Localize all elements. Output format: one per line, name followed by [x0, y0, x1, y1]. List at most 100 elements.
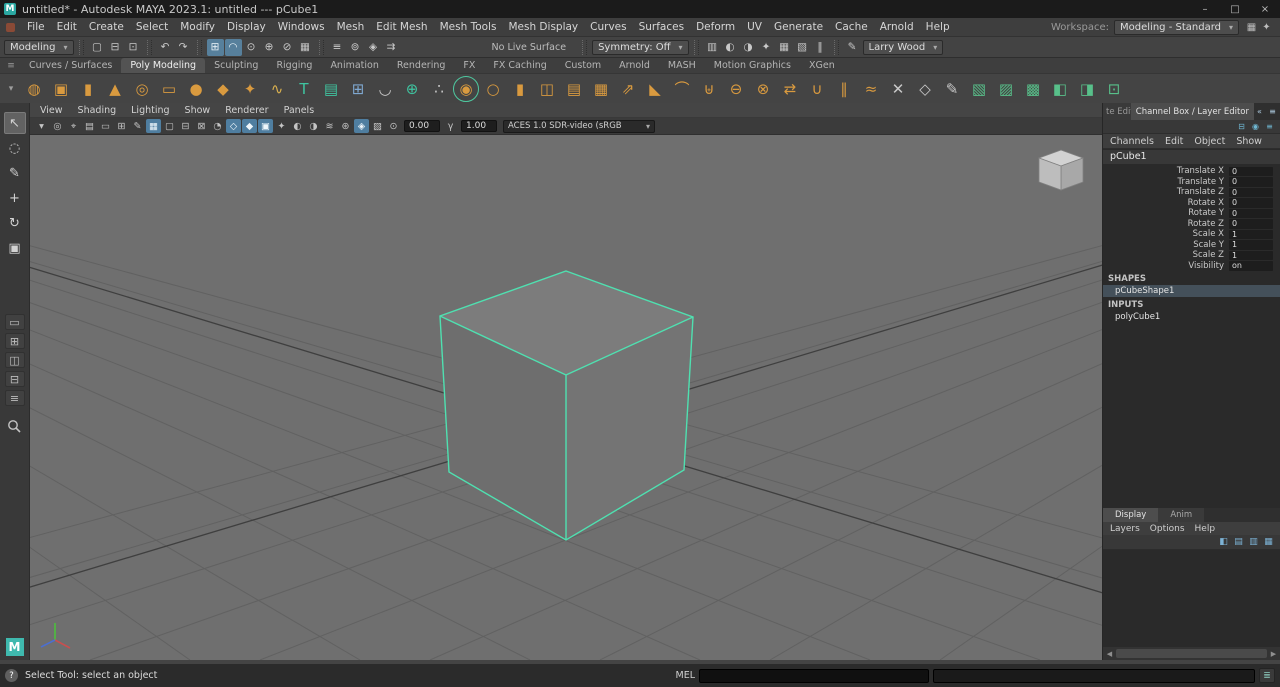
select-tool[interactable]: ↖ [4, 112, 26, 134]
rotate-tool[interactable]: ↻ [4, 212, 26, 234]
scrollbar-thumb[interactable] [1116, 649, 1267, 658]
titlebar[interactable]: M untitled* - Autodesk MAYA 2023.1: unti… [0, 0, 1280, 18]
curve-warp-icon[interactable]: ∿ [264, 76, 290, 102]
open-render-view-icon[interactable]: ▥ [704, 39, 721, 56]
channel-value-field[interactable]: 0 [1229, 209, 1273, 219]
menu-item[interactable]: Select [130, 21, 174, 33]
snap-to-view-plane-icon[interactable]: ⊘ [279, 39, 296, 56]
boolean-union-icon[interactable]: ⊎ [696, 76, 722, 102]
boolean-difference-icon[interactable]: ⊖ [723, 76, 749, 102]
channel-label[interactable]: Scale Y [1193, 240, 1224, 250]
bookmark-icon[interactable]: ▤ [82, 119, 97, 133]
panel-menu-item[interactable]: View [40, 105, 63, 116]
shelf-tab[interactable]: Curves / Surfaces [20, 58, 121, 73]
panel-menu-item[interactable]: Panels [284, 105, 315, 116]
zoom-tool-icon[interactable] [7, 419, 22, 438]
scroll-right-icon[interactable]: ▶ [1268, 650, 1279, 658]
no-live-surface-label[interactable]: No Live Surface [492, 42, 567, 53]
poly-torus-icon[interactable]: ◎ [129, 76, 155, 102]
channel-label[interactable]: Scale X [1193, 229, 1224, 239]
render-current-frame-icon[interactable]: ◐ [722, 39, 739, 56]
channel-label[interactable]: Rotate Y [1188, 208, 1224, 218]
uv-cylindrical-projection-icon[interactable]: ▩ [1020, 76, 1046, 102]
exposure-icon[interactable]: ⊙ [386, 119, 401, 133]
make-live-icon[interactable]: ▦ [297, 39, 314, 56]
field-chart-icon[interactable]: ◔ [210, 119, 225, 133]
xray-icon[interactable]: ▧ [370, 119, 385, 133]
shaded-display-icon[interactable]: ◆ [242, 119, 257, 133]
uv-editor-icon[interactable]: ⊡ [1101, 76, 1127, 102]
move-tool[interactable]: + [4, 187, 26, 209]
channel-label[interactable]: Rotate Z [1188, 219, 1224, 229]
menu-item[interactable]: Mesh Tools [434, 21, 503, 33]
boolean-calculator-icon[interactable]: ⊞ [345, 76, 371, 102]
command-line-input[interactable] [699, 669, 929, 683]
menu-item[interactable]: Help [920, 21, 956, 33]
channel-label[interactable]: Visibility [1188, 261, 1224, 271]
isolate-select-icon[interactable]: ◈ [354, 119, 369, 133]
grease-pencil-icon[interactable]: ✎ [130, 119, 145, 133]
maximize-button[interactable]: □ [1220, 0, 1250, 18]
tab-attribute-editor[interactable]: te Editor [1103, 103, 1131, 120]
layer-editor-tab[interactable]: Display [1103, 508, 1158, 522]
smooth-mesh-icon[interactable]: ○ [480, 76, 506, 102]
poly-sphere-icon[interactable]: ◍ [21, 76, 47, 102]
channel-value-field[interactable]: 1 [1229, 240, 1273, 250]
grid-toggle-icon[interactable]: ▦ [146, 119, 161, 133]
channel-value-field[interactable]: 0 [1229, 167, 1273, 177]
menu-item[interactable]: Edit [51, 21, 83, 33]
extrude-icon[interactable]: ⇗ [615, 76, 641, 102]
poly-grid-icon[interactable]: ▦ [588, 76, 614, 102]
new-layer-from-selected-button[interactable]: ▥ [1247, 536, 1260, 548]
shelf-tab[interactable]: Sculpting [205, 58, 267, 73]
boolean-intersection-icon[interactable]: ⊗ [750, 76, 776, 102]
poly-barrel-icon[interactable]: ▮ [507, 76, 533, 102]
axis-locator-icon[interactable]: ∴ [426, 76, 452, 102]
channel-speed-icon[interactable]: ◉ [1250, 121, 1261, 132]
script-editor-icon[interactable]: ≣ [1259, 668, 1275, 683]
shelf-tab[interactable]: Poly Modeling [121, 58, 205, 73]
platonic-solid-icon[interactable]: ◆ [210, 76, 236, 102]
shelf-tab[interactable]: Arnold [610, 58, 659, 73]
layer-editor-menu-item[interactable]: Layers [1110, 524, 1140, 534]
workspace-dropdown[interactable]: Modeling - Standard ▾ [1114, 20, 1239, 35]
type-tool-icon[interactable]: T [291, 76, 317, 102]
menu-item[interactable]: Cache [829, 21, 874, 33]
shelf-options-icon[interactable]: ▾ [2, 84, 20, 94]
menu-item[interactable]: Mesh [331, 21, 371, 33]
layer-editor-tab[interactable]: Anim [1158, 508, 1204, 522]
channel-value-field[interactable]: 1 [1229, 251, 1273, 261]
uv-sew-icon[interactable]: ◨ [1074, 76, 1100, 102]
menu-item[interactable]: Surfaces [633, 21, 690, 33]
view-cube[interactable] [1032, 145, 1090, 205]
shelf-tab[interactable]: Custom [556, 58, 610, 73]
poly-pipe-icon[interactable]: ◫ [534, 76, 560, 102]
mirror-icon[interactable]: ⇄ [777, 76, 803, 102]
toggle-layer-icon[interactable]: ◧ [1217, 536, 1230, 548]
layer-editor-menu-item[interactable]: Options [1150, 524, 1185, 534]
separate-icon[interactable]: ∥ [831, 76, 857, 102]
workspace-mode-dropdown[interactable]: Modeling ▾ [4, 40, 74, 55]
camera-attributes-icon[interactable]: ⌖ [66, 119, 81, 133]
poly-cone-icon[interactable]: ▲ [102, 76, 128, 102]
shadows-icon[interactable]: ◐ [290, 119, 305, 133]
outliner-button[interactable]: ≡ [5, 390, 25, 406]
app-menu-icon[interactable] [6, 23, 15, 32]
snap-to-projected-center-icon[interactable]: ⊕ [261, 39, 278, 56]
close-button[interactable]: × [1250, 0, 1280, 18]
layer-editor-menu-item[interactable]: Help [1195, 524, 1216, 534]
split-pane-layout-button[interactable]: ⊟ [5, 371, 25, 387]
multisample-icon[interactable]: ⊛ [338, 119, 353, 133]
redo-icon[interactable]: ↷ [175, 39, 192, 56]
menu-item[interactable]: Curves [584, 21, 632, 33]
sculpt-tool-icon[interactable]: ✦ [237, 76, 263, 102]
poly-plane-icon[interactable]: ▭ [156, 76, 182, 102]
poly-stairs-icon[interactable]: ▤ [561, 76, 587, 102]
scale-tool[interactable]: ▣ [4, 237, 26, 259]
screen-space-ao-icon[interactable]: ◑ [306, 119, 321, 133]
pause-viewport-icon[interactable]: ‖ [812, 39, 829, 56]
channel-value-field[interactable]: 0 [1229, 219, 1273, 229]
menu-item[interactable]: UV [741, 21, 768, 33]
inputs-to-selected-icon[interactable]: ≡ [329, 39, 346, 56]
film-gate-icon[interactable]: ▢ [162, 119, 177, 133]
